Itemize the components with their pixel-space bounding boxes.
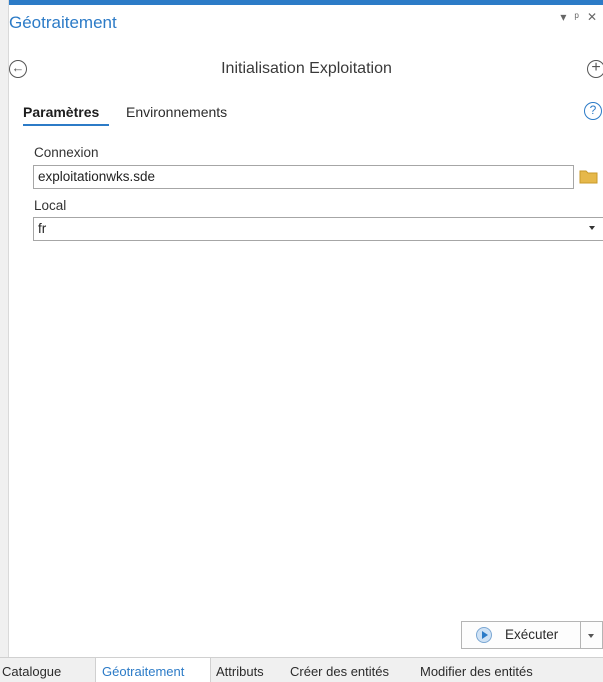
tab-attributes[interactable]: Attributs bbox=[216, 664, 264, 679]
run-options-button[interactable] bbox=[581, 621, 603, 649]
play-icon bbox=[476, 627, 492, 643]
run-button-label: Exécuter bbox=[505, 627, 559, 642]
tab-environments[interactable]: Environnements bbox=[126, 104, 227, 120]
chevron-down-icon bbox=[588, 634, 594, 638]
tab-active-indicator bbox=[23, 124, 109, 126]
tab-parameters[interactable]: Paramètres bbox=[23, 104, 99, 120]
close-icon[interactable]: ✕ bbox=[587, 10, 603, 24]
connection-input[interactable]: exploitationwks.sde bbox=[33, 165, 574, 189]
pin-icon[interactable]: ᵖ bbox=[574, 10, 587, 24]
local-select-value: fr bbox=[38, 221, 47, 236]
tab-modify-features[interactable]: Modifier des entités bbox=[420, 664, 533, 679]
local-select[interactable]: fr bbox=[33, 217, 603, 241]
tool-title: Initialisation Exploitation bbox=[221, 60, 392, 77]
bottom-tab-bar: Catalogue Géotraitement Attributs Créer … bbox=[0, 657, 603, 682]
geoprocessing-pane: Géotraitement ▾ᵖ✕ ← Initialisation Explo… bbox=[8, 0, 603, 657]
pane-options-icon[interactable]: ▾ bbox=[560, 10, 574, 24]
add-circle-icon[interactable]: + bbox=[587, 60, 603, 78]
run-button[interactable]: Exécuter bbox=[461, 621, 581, 649]
help-icon[interactable]: ? bbox=[584, 102, 602, 120]
tab-create-features[interactable]: Créer des entités bbox=[290, 664, 389, 679]
connection-label: Connexion bbox=[34, 145, 99, 160]
tab-geoprocessing[interactable]: Géotraitement bbox=[102, 664, 184, 679]
pane-accent-bar bbox=[9, 0, 603, 5]
pane-title: Géotraitement bbox=[9, 13, 117, 32]
folder-icon[interactable] bbox=[579, 169, 599, 184]
chevron-down-icon bbox=[589, 226, 595, 230]
pane-window-controls[interactable]: ▾ᵖ✕ bbox=[560, 10, 603, 24]
local-label: Local bbox=[34, 198, 67, 213]
tab-catalogue[interactable]: Catalogue bbox=[2, 664, 61, 679]
